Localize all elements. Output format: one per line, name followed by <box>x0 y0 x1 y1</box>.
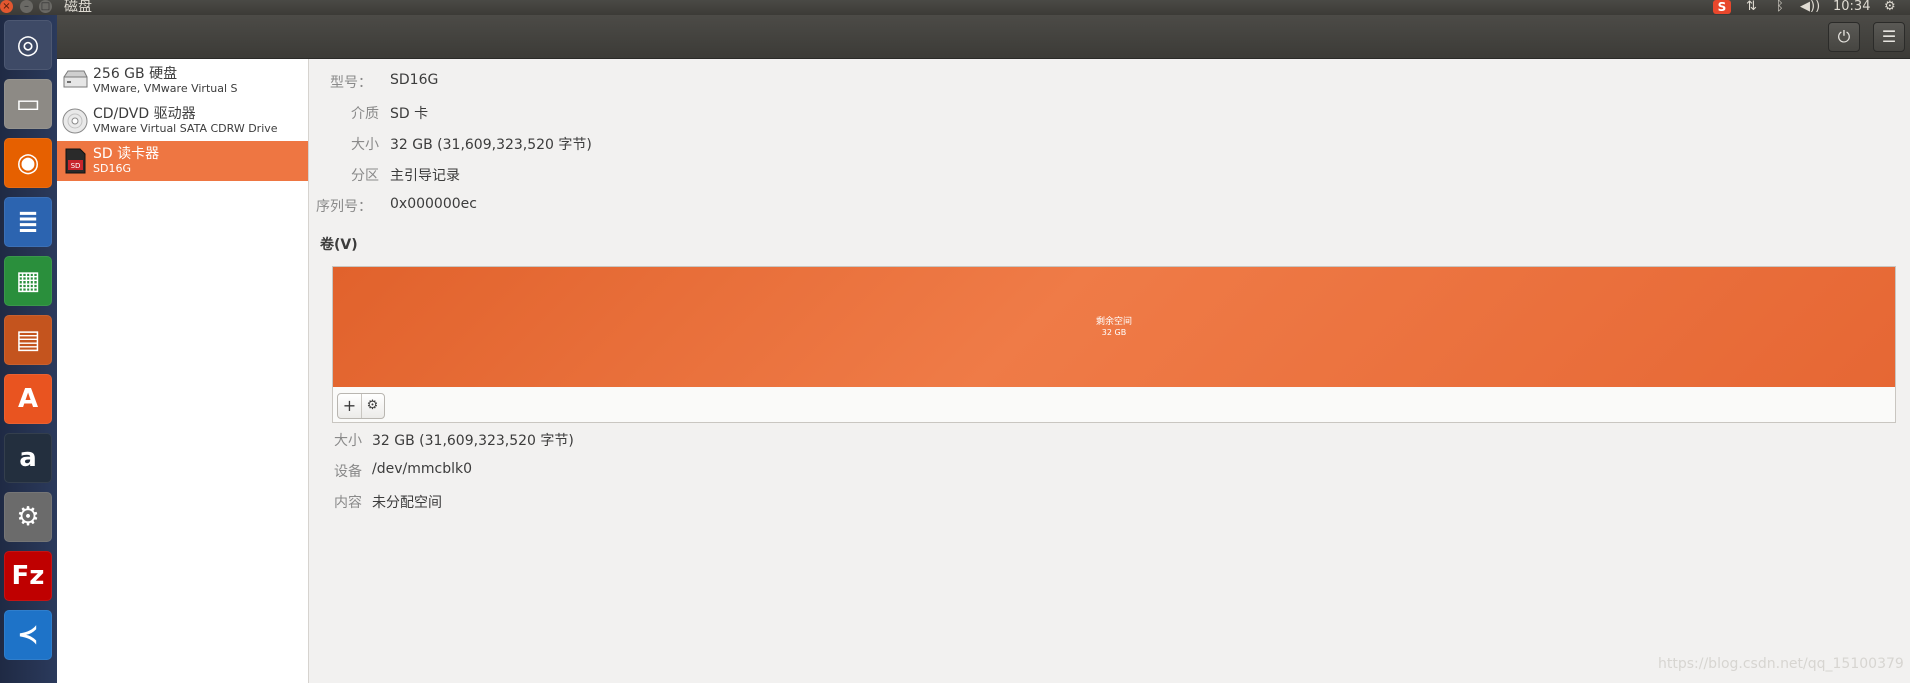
launcher-software-icon[interactable]: A <box>4 374 52 424</box>
launcher-impress-icon[interactable]: ▤ <box>4 315 52 365</box>
media-label: 介质 <box>351 106 379 122</box>
window-title: 磁盘 <box>64 0 92 15</box>
network-icon[interactable]: ⇅ <box>1746 0 1757 14</box>
watermark: https://blog.csdn.net/qq_15100379 <box>1658 656 1904 672</box>
drive-name: CD/DVD 驱动器 <box>93 106 196 122</box>
optical-disc-icon <box>62 108 88 134</box>
launcher-vscode-icon[interactable]: ≺ <box>4 610 52 660</box>
add-partition-button[interactable]: + <box>338 394 362 418</box>
drive-item-hdd[interactable]: 256 GB 硬盘 VMware, VMware Virtual S <box>57 61 308 101</box>
volume-toolbar: + ⚙ <box>337 393 385 419</box>
launcher-firefox-icon[interactable]: ◉ <box>4 138 52 188</box>
media-value: SD 卡 <box>390 106 429 122</box>
volume-map: 剩余空间 32 GB + ⚙ <box>332 266 1896 423</box>
partition-settings-button[interactable]: ⚙ <box>361 394 384 418</box>
bluetooth-icon[interactable]: ᛒ <box>1776 0 1784 14</box>
serial-value: 0x000000ec <box>390 196 477 212</box>
sd-card-icon: SD <box>65 148 86 174</box>
volume-size-label: 大小 <box>334 433 362 449</box>
drive-item-sd-reader[interactable]: SD SD 读卡器 SD16G <box>57 141 308 181</box>
plus-icon: + <box>342 396 357 415</box>
launcher-writer-icon[interactable]: ≣ <box>4 197 52 247</box>
top-panel: × – □ 磁盘 S ⇅ ᛒ ◀)) 10:34 ⚙ <box>0 0 1910 15</box>
drive-description: VMware Virtual SATA CDRW Drive <box>93 122 278 135</box>
volume-size-value: 32 GB (31,609,323,520 字节) <box>372 433 574 449</box>
window-maximize-button[interactable]: □ <box>39 0 52 13</box>
volume-contents-value: 未分配空间 <box>372 495 442 511</box>
launcher-ubuntu-dash-icon[interactable]: ◎ <box>4 20 52 70</box>
launcher: ◎ ▭ ◉ ≣ ▦ ▤ Aa ⚙ Fz ≺ <box>0 15 58 683</box>
volume-contents-label: 内容 <box>334 495 362 511</box>
launcher-amazon-icon[interactable]: a <box>4 433 52 483</box>
hard-disk-icon <box>63 70 88 88</box>
volume-device-label: 设备 <box>334 464 362 480</box>
size-value: 32 GB (31,609,323,520 字节) <box>390 137 592 153</box>
power-icon: ⏻ <box>1837 27 1851 46</box>
system-gear-icon[interactable]: ⚙ <box>1884 0 1896 14</box>
model-label: 型号： <box>330 75 372 91</box>
menu-button[interactable]: ☰ <box>1873 22 1905 52</box>
sogou-input-icon[interactable]: S <box>1713 0 1731 14</box>
hamburger-icon: ☰ <box>1881 27 1897 46</box>
launcher-system-settings-icon[interactable]: ⚙ <box>4 492 52 542</box>
size-label: 大小 <box>351 137 379 153</box>
drive-name: SD 读卡器 <box>93 146 160 162</box>
partitioning-label: 分区 <box>351 168 379 184</box>
drive-name: 256 GB 硬盘 <box>93 66 178 82</box>
clock[interactable]: 10:34 <box>1833 0 1870 14</box>
gears-icon: ⚙ <box>366 398 379 413</box>
volume-icon[interactable]: ◀)) <box>1800 0 1820 14</box>
segment-size: 32 GB <box>1101 328 1127 337</box>
drive-description: SD16G <box>93 162 131 175</box>
launcher-files-icon[interactable]: ▭ <box>4 79 52 129</box>
drive-description: VMware, VMware Virtual S <box>93 82 238 95</box>
launcher-filezilla-icon[interactable]: Fz <box>4 551 52 601</box>
drive-item-cdrom[interactable]: CD/DVD 驱动器 VMware Virtual SATA CDRW Driv… <box>57 101 308 141</box>
volume-device-value: /dev/mmcblk0 <box>372 461 472 477</box>
partitioning-value: 主引导记录 <box>390 168 460 184</box>
header-bar: ⏻ ☰ <box>57 15 1910 59</box>
model-value: SD16G <box>390 72 439 88</box>
drive-list: 256 GB 硬盘 VMware, VMware Virtual S CD/DV… <box>57 59 309 683</box>
svg-text:SD: SD <box>71 162 81 170</box>
segment-label: 剩余空间 <box>1095 317 1132 327</box>
window-minimize-button[interactable]: – <box>20 0 33 13</box>
launcher-calc-icon[interactable]: ▦ <box>4 256 52 306</box>
window-close-button[interactable]: × <box>0 0 13 13</box>
serial-label: 序列号： <box>316 199 372 215</box>
volumes-heading: 卷(V) <box>320 237 358 253</box>
free-space-segment[interactable]: 剩余空间 32 GB <box>333 267 1895 387</box>
power-button[interactable]: ⏻ <box>1828 22 1860 52</box>
